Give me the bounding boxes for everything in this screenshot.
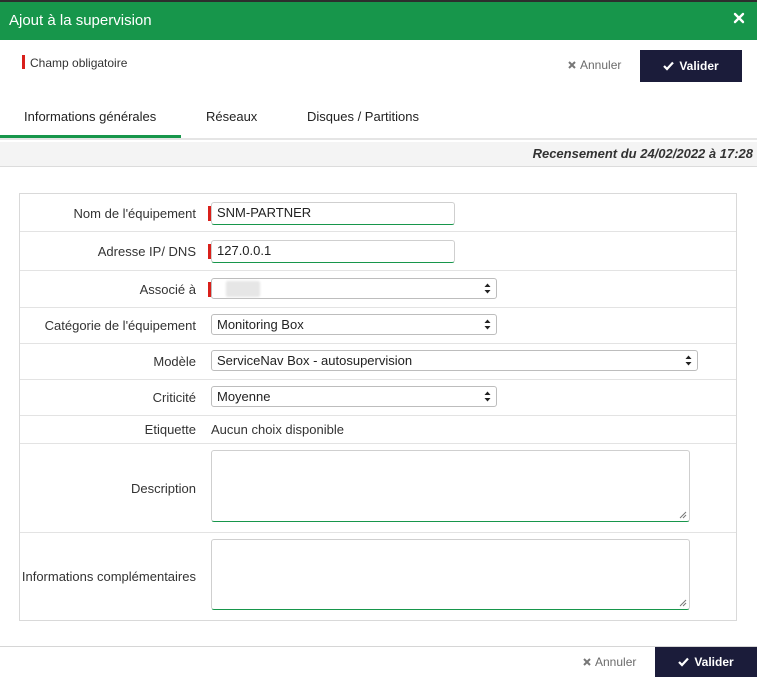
required-legend-label: Champ obligatoire <box>30 56 128 70</box>
validate-label: Valider <box>679 59 719 73</box>
cancel-label: Annuler <box>580 58 622 72</box>
select-arrows-icon <box>685 355 692 366</box>
device-name-label: Nom de l'équipement <box>73 206 196 221</box>
ip-dns-label: Adresse IP/ DNS <box>97 244 196 259</box>
extra-info-label: Informations complémentaires <box>21 569 196 584</box>
validate-label: Valider <box>694 655 734 669</box>
model-value: ServiceNav Box - autosupervision <box>217 353 413 368</box>
row-associated: Associé à <box>20 271 736 308</box>
category-label: Catégorie de l'équipement <box>44 318 196 333</box>
dialog-title: Ajout à la supervision <box>9 12 152 29</box>
tab-disks-partitions[interactable]: Disques / Partitions <box>307 109 419 124</box>
category-select[interactable]: Monitoring Box <box>211 314 497 335</box>
resize-grip-icon[interactable] <box>679 599 687 607</box>
check-icon <box>678 657 690 667</box>
select-arrows-icon <box>484 319 491 330</box>
row-description: Description <box>20 444 736 533</box>
resize-grip-icon[interactable] <box>679 511 687 519</box>
criticality-label: Criticité <box>152 390 196 405</box>
category-value: Monitoring Box <box>217 317 304 332</box>
row-tag: Etiquette Aucun choix disponible <box>20 416 736 444</box>
description-textarea[interactable] <box>211 450 690 522</box>
ip-dns-input[interactable]: 127.0.0.1 <box>211 240 455 263</box>
row-extra-info: Informations complémentaires <box>20 533 736 621</box>
required-legend: Champ obligatoire <box>22 55 127 71</box>
x-icon <box>568 61 576 69</box>
cancel-label: Annuler <box>595 655 637 669</box>
validate-button-bottom[interactable]: Valider <box>655 647 757 677</box>
associated-label: Associé à <box>139 282 196 297</box>
cancel-button-top[interactable]: Annuler <box>568 58 621 72</box>
model-select[interactable]: ServiceNav Box - autosupervision <box>211 350 698 371</box>
tab-bar: Informations générales Réseaux Disques /… <box>0 100 757 140</box>
select-arrows-icon <box>484 283 491 294</box>
census-bar: Recensement du 24/02/2022 à 17:28 <box>0 142 757 167</box>
tab-general-info[interactable]: Informations générales <box>24 109 156 124</box>
device-name-input[interactable]: SNM-PARTNER <box>211 202 455 225</box>
check-icon <box>663 61 675 71</box>
redacted-value <box>226 281 260 297</box>
x-icon <box>583 658 591 666</box>
row-device-name: Nom de l'équipement SNM-PARTNER <box>20 194 736 232</box>
active-tab-indicator <box>0 135 181 138</box>
form-panel: Nom de l'équipement SNM-PARTNER Adresse … <box>19 193 737 621</box>
criticality-select[interactable]: Moyenne <box>211 386 497 407</box>
tag-label: Etiquette <box>144 422 196 437</box>
validate-button-top[interactable]: Valider <box>640 50 742 82</box>
tab-networks[interactable]: Réseaux <box>206 109 257 124</box>
cancel-button-bottom[interactable]: Annuler <box>583 655 636 669</box>
criticality-value: Moyenne <box>217 389 271 404</box>
model-label: Modèle <box>153 354 196 369</box>
extra-info-textarea[interactable] <box>211 539 690 610</box>
required-marker <box>22 55 25 69</box>
dialog-titlebar: Ajout à la supervision <box>0 0 757 40</box>
row-model: Modèle ServiceNav Box - autosupervision <box>20 344 736 380</box>
close-icon[interactable] <box>732 11 746 25</box>
associated-select[interactable] <box>211 278 497 299</box>
tag-value: Aucun choix disponible <box>211 422 344 437</box>
select-arrows-icon <box>484 391 491 402</box>
row-criticality: Criticité Moyenne <box>20 380 736 416</box>
top-strip <box>0 0 757 2</box>
description-label: Description <box>130 481 196 496</box>
footer-divider <box>0 646 757 647</box>
census-date: Recensement du 24/02/2022 à 17:28 <box>532 146 753 161</box>
row-category: Catégorie de l'équipement Monitoring Box <box>20 308 736 344</box>
row-ip-dns: Adresse IP/ DNS 127.0.0.1 <box>20 232 736 271</box>
